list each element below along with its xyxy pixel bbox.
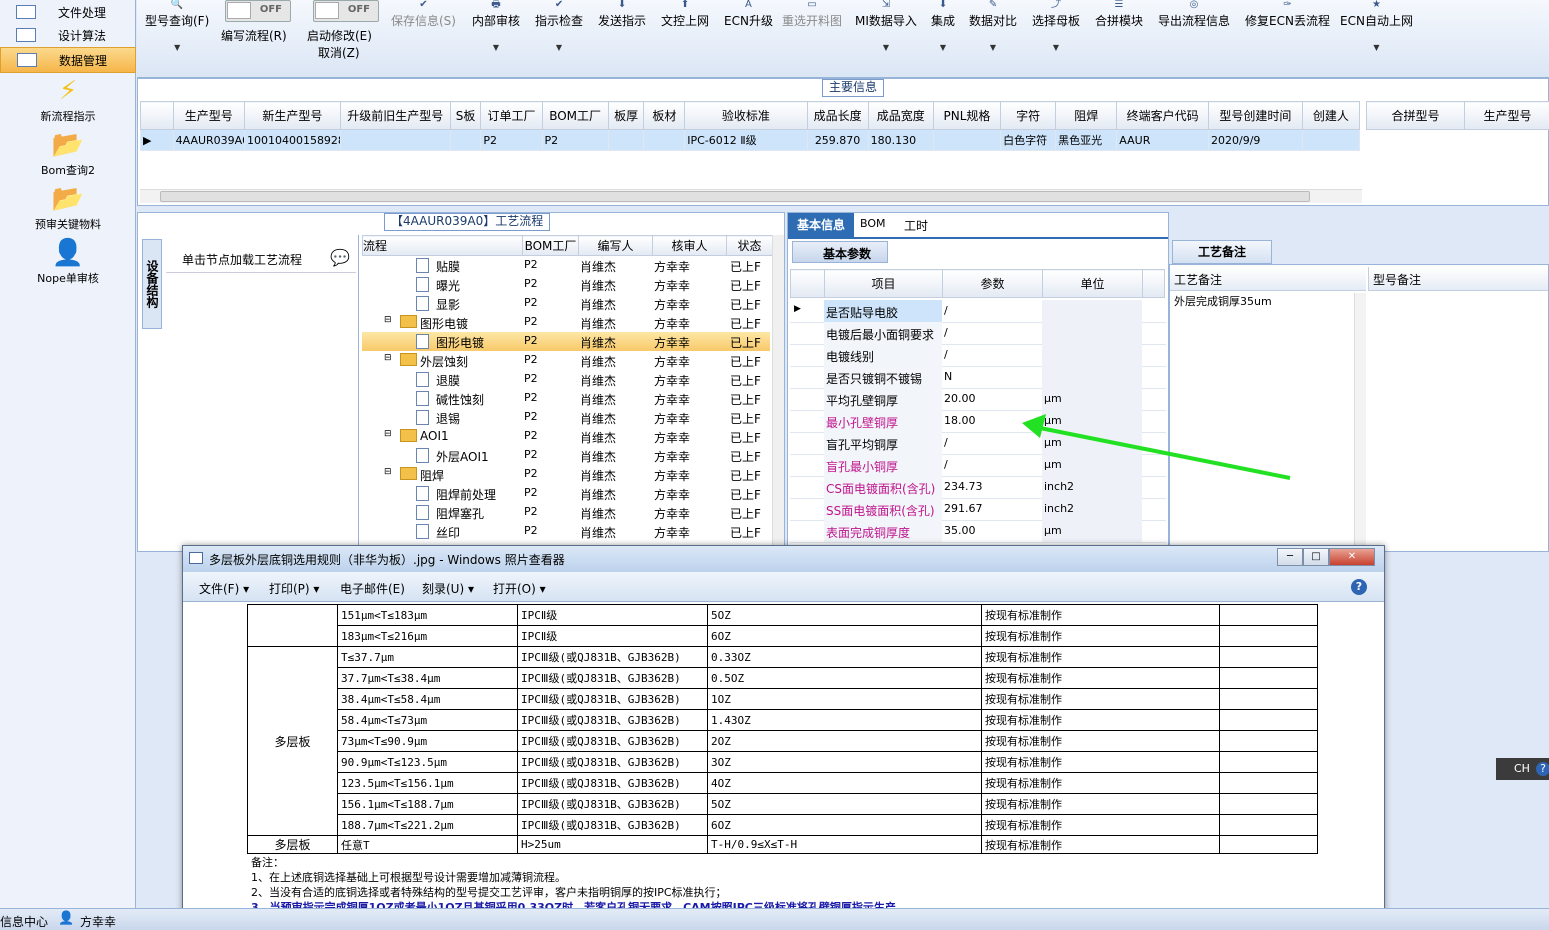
rule-copper: 1.43OZ [707,709,982,731]
rule-copper: 0.33OZ [707,646,982,668]
rule-level: IPCⅢ级(或QJ831B、GJB362B) [517,646,708,668]
rule-group-cell: 多层板 [247,646,338,836]
rule-row: 37.7μm<T≤38.4μm IPCⅢ级(或QJ831B、GJB362B) 0.5… [248,667,1318,689]
rule-std: 按现有标准制作 [981,730,1220,752]
rule-note: 2、当没有合适的底铜选择或者特殊结构的型号提交工艺评审，客户未指明铜厚的按IPC… [251,886,727,899]
rule-level: IPCⅢ级(或QJ831B、GJB362B) [517,688,708,710]
rule-copper: 5OZ [707,793,982,815]
rule-copper: 1OZ [707,688,982,710]
rule-range: 156.1μm<T≤188.7μm [337,793,518,815]
rule-note: 备注： [251,856,284,869]
minimize-button[interactable]: ─ [1277,548,1303,566]
rule-std: 按现有标准制作 [981,772,1220,794]
rule-copper: T-H/0.9≤X≤T-H [707,835,982,854]
rule-copper: 0.5OZ [707,667,982,689]
menu-print[interactable]: 打印(P) ▾ [269,580,319,597]
viewer-title: 多层板外层底铜选用规则（非华为板）.jpg - Windows 照片查看器 [209,553,565,567]
info-center-link[interactable]: 信息中心 [0,913,48,930]
rule-range: 151μm<T≤183μm [337,604,518,626]
photo-viewer-window: 多层板外层底铜选用规则（非华为板）.jpg - Windows 照片查看器 ─ … [182,545,1385,922]
viewer-titlebar[interactable]: 多层板外层底铜选用规则（非华为板）.jpg - Windows 照片查看器 ─ … [183,546,1384,572]
rule-copper: 6OZ [707,625,982,647]
rule-row: 156.1μm<T≤188.7μm IPCⅢ级(或QJ831B、GJB362B) 5… [248,793,1318,815]
viewer-image-content: 151μm<T≤183μm IPCⅡ级 5OZ 按现有标准制作 183μm<T≤216μ… [187,604,1381,919]
status-user: 方幸幸 [80,915,117,929]
rule-level: IPCⅢ级(或QJ831B、GJB362B) [517,730,708,752]
rule-range: 90.9μm<T≤123.5μm [337,751,518,773]
rule-copper: 6OZ [707,814,982,836]
rule-range: 37.7μm<T≤38.4μm [337,667,518,689]
rule-range: 73μm<T≤90.9μm [337,730,518,752]
rule-range: 123.5μm<T≤156.1μm [337,772,518,794]
rule-std: 按现有标准制作 [981,646,1220,668]
rule-std: 按现有标准制作 [981,793,1220,815]
rule-std: 按现有标准制作 [981,625,1220,647]
rule-range: 58.4μm<T≤73μm [337,709,518,731]
rule-level: H>25um [517,835,708,854]
rule-level: IPCⅢ级(或QJ831B、GJB362B) [517,793,708,815]
maximize-button[interactable]: □ [1303,548,1329,566]
menu-file[interactable]: 文件(F) ▾ [199,580,249,597]
menu-burn[interactable]: 刻录(U) ▾ [422,580,474,597]
rule-row: 151μm<T≤183μm IPCⅡ级 5OZ 按现有标准制作 [247,604,1318,647]
rule-std: 按现有标准制作 [981,709,1220,731]
rule-std: 按现有标准制作 [981,688,1220,710]
annotation-arrow-line [1039,426,1291,480]
copper-rule-table: 151μm<T≤183μm IPCⅡ级 5OZ 按现有标准制作 183μm<T≤216μ… [247,604,1318,854]
viewer-menubar: 文件(F) ▾ 打印(P) ▾ 电子邮件(E) 刻录(U) ▾ 打开(O) ▾ … [183,572,1384,602]
rule-range: T≤37.7μm [337,646,518,668]
rule-row: 多层板 T≤37.7μm IPCⅢ级(或QJ831B、GJB362B) 0.33OZ 按… [247,646,1318,836]
menu-email[interactable]: 电子邮件(E) [340,580,405,597]
help-icon[interactable]: ? [1536,762,1549,776]
rule-copper: 5OZ [707,604,982,626]
rule-range: 38.4μm<T≤58.4μm [337,688,518,710]
photo-icon [189,552,203,564]
help-icon[interactable]: ? [1351,579,1367,595]
rule-level: IPCⅢ级(或QJ831B、GJB362B) [517,814,708,836]
rule-copper: 3OZ [707,751,982,773]
menu-open[interactable]: 打开(O) ▾ [493,580,546,597]
rule-level: IPCⅢ级(或QJ831B、GJB362B) [517,667,708,689]
rule-row: 73μm<T≤90.9μm IPCⅢ级(或QJ831B、GJB362B) 2OZ 按现… [248,730,1318,752]
rule-row: 183μm<T≤216μm IPCⅡ级 6OZ 按现有标准制作 [248,625,1318,647]
rule-range: 任意T [337,835,518,854]
rule-std: 按现有标准制作 [981,835,1220,854]
ime-indicator[interactable]: CH ? [1496,758,1549,780]
rule-range: 188.7μm<T≤221.2μm [337,814,518,836]
rule-level: IPCⅡ级 [517,604,708,626]
rule-row: 90.9μm<T≤123.5μm IPCⅢ级(或QJ831B、GJB362B) 3O… [248,751,1318,773]
rule-group-cell [247,604,338,647]
rule-row: 58.4μm<T≤73μm IPCⅢ级(或QJ831B、GJB362B) 1.43O… [248,709,1318,731]
rule-row: 188.7μm<T≤221.2μm IPCⅢ级(或QJ831B、GJB362B) 6… [248,814,1318,836]
rule-level: IPCⅡ级 [517,625,708,647]
rule-std: 按现有标准制作 [981,604,1220,626]
rule-group: 多层板 [247,835,338,854]
rule-note: 1、在上述底铜选择基础上可根据型号设计需要增加减薄铜流程。 [251,871,566,884]
rule-level: IPCⅢ级(或QJ831B、GJB362B) [517,772,708,794]
rule-row: 123.5μm<T≤156.1μm IPCⅢ级(或QJ831B、GJB362B) 4… [248,772,1318,794]
rule-std: 按现有标准制作 [981,751,1220,773]
annotation-arrowhead [1022,414,1046,438]
rule-copper: 2OZ [707,730,982,752]
user-icon: 👤 [58,911,75,926]
rule-level: IPCⅢ级(或QJ831B、GJB362B) [517,751,708,773]
rule-row: 多层板 任意T H>25um T-H/0.9≤X≤T-H 按现有标准制作 [247,835,1318,854]
rule-range: 183μm<T≤216μm [337,625,518,647]
close-button[interactable]: ✕ [1329,548,1375,566]
status-bar: 信息中心 👤 方幸幸 [0,908,1549,930]
rule-std: 按现有标准制作 [981,814,1220,836]
rule-std: 按现有标准制作 [981,667,1220,689]
rule-level: IPCⅢ级(或QJ831B、GJB362B) [517,709,708,731]
rule-copper: 4OZ [707,772,982,794]
rule-row: 38.4μm<T≤58.4μm IPCⅢ级(或QJ831B、GJB362B) 1OZ… [248,688,1318,710]
